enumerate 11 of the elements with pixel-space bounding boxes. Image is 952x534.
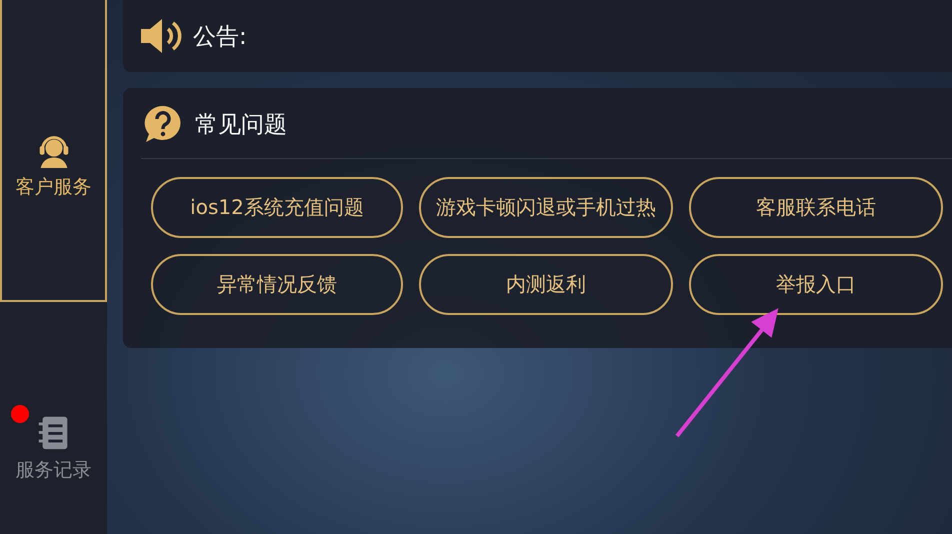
faq-button[interactable]: 异常情况反馈 [151, 254, 403, 315]
faq-button[interactable]: 客服联系电话 [689, 177, 943, 238]
sidebar-tab[interactable]: 客户服务 [0, 0, 107, 302]
faq-button[interactable]: 内测返利 [419, 254, 673, 315]
faq-button[interactable]: 游戏卡顿闪退或手机过热 [419, 177, 673, 238]
speaker-icon [139, 16, 183, 56]
faq-button[interactable]: 举报入口 [689, 254, 943, 315]
sidebar-tab[interactable]: 服务记录 [0, 302, 107, 534]
faq-title: 常见问题 [195, 110, 287, 140]
faq-button[interactable]: ios12系统充值问题 [151, 177, 403, 238]
announcement-label: 公告: [193, 22, 247, 52]
